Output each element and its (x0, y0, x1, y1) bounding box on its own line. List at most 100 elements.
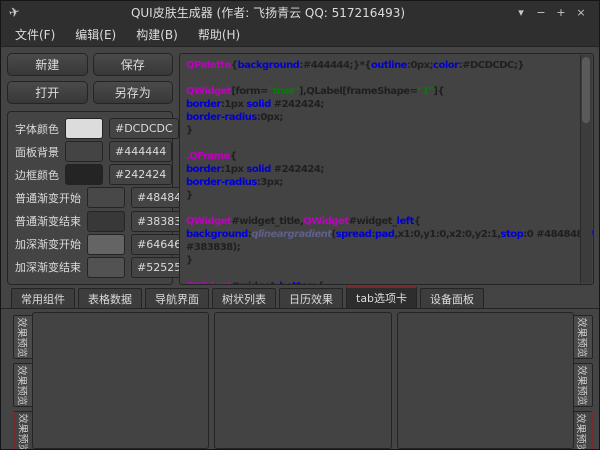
tab-树状列表[interactable]: 树状列表 (212, 288, 276, 308)
app-window: ✈ QUI皮肤生成器 (作者: 飞扬青云 QQ: 517216493) ▾ − … (0, 0, 600, 450)
code-token: :1px (221, 99, 247, 110)
color-setting-label: 面板背景 (15, 144, 59, 160)
color-setting-label: 边框颜色 (15, 167, 59, 183)
code-scrollbar[interactable] (580, 55, 592, 283)
vertical-tab-effect-preview[interactable]: 效果预览 (13, 411, 32, 449)
color-hex-field[interactable]: #242424 (109, 164, 172, 185)
code-line: border:1px solid #242424; (186, 163, 577, 176)
code-line (186, 72, 577, 85)
code-token: #widget_ (349, 216, 397, 227)
file-action-button[interactable]: 保存 (93, 53, 174, 76)
code-token: #widget_ (231, 281, 279, 285)
code-token: spread (336, 229, 372, 240)
qss-code-editor[interactable]: QPalette{background:#444444;}*{outline:0… (179, 53, 594, 285)
color-swatch-button[interactable] (65, 164, 103, 185)
tab-tab选项卡[interactable]: tab选项卡 (346, 286, 417, 308)
code-token: :1px (221, 164, 247, 175)
airplane-app-icon: ✈ (8, 3, 27, 21)
color-setting-row: 普通渐变开始 #484848 (15, 187, 165, 209)
code-token: } (186, 125, 193, 136)
code-token: background (238, 60, 300, 71)
scrollbar-thumb[interactable] (582, 57, 590, 123)
menu-item[interactable]: 帮助(H) (188, 23, 250, 46)
code-token: qlineargradient (251, 229, 331, 240)
code-line (186, 267, 577, 280)
preview-panel-2 (214, 312, 391, 449)
color-swatch-button[interactable] (65, 118, 103, 139)
title-bar: ✈ QUI皮肤生成器 (作者: 飞扬青云 QQ: 517216493) ▾ − … (1, 1, 599, 23)
code-token: .QFrame (186, 151, 230, 162)
code-line: border:1px solid #242424; (186, 98, 577, 111)
color-swatch-button[interactable] (65, 141, 103, 162)
vertical-tab-label: 效果预览 (575, 317, 590, 357)
code-token: :0px; (257, 112, 283, 123)
code-token: QWidget (186, 86, 231, 97)
vertical-tab-label: 效果预览 (16, 365, 31, 405)
vertical-tab-label: 效果预览 (16, 413, 31, 449)
code-token: bottom (279, 281, 317, 285)
code-token: border (186, 164, 221, 175)
color-settings-frame: 字体颜色 #DCDCDC 面板背景 #444444 边框颜色 #242424 普… (7, 111, 173, 285)
close-icon[interactable]: × (571, 6, 591, 19)
code-line: background:qlineargradient(spread:pad,x1… (186, 228, 577, 241)
code-token: { (230, 151, 237, 162)
tab-日历效果[interactable]: 日历效果 (279, 288, 343, 308)
color-swatch-button[interactable] (87, 187, 125, 208)
preview-panel-1 (32, 312, 209, 449)
color-hex-field[interactable]: #DCDCDC (109, 118, 179, 139)
file-action-button[interactable]: 新建 (7, 53, 88, 76)
code-token: border (186, 99, 221, 110)
color-swatch-button[interactable] (87, 257, 125, 278)
tab-导航界面[interactable]: 导航界面 (145, 288, 209, 308)
vertical-tab-effect-preview[interactable]: 效果预览 (13, 363, 32, 407)
menu-item[interactable]: 编辑(E) (65, 23, 126, 46)
code-token: border-radius (186, 112, 257, 123)
file-action-button[interactable]: 另存为 (93, 81, 174, 104)
preview-area: 效果预览效果预览效果预览 效果预览效果预览效果预览 (1, 309, 599, 449)
color-swatch-button[interactable] (87, 234, 125, 255)
code-line (186, 137, 577, 150)
color-setting-label: 加深渐变开始 (15, 236, 81, 252)
menu-item[interactable]: 构建(B) (126, 23, 188, 46)
file-button-grid: 新建保存打开另存为 (7, 53, 173, 104)
file-action-button[interactable]: 打开 (7, 81, 88, 104)
code-token: :0 #484848, (523, 229, 586, 240)
maximize-icon[interactable]: + (551, 6, 571, 19)
color-hex-field[interactable]: #444444 (109, 141, 172, 162)
skin-menu-arrow-icon[interactable]: ▾ (511, 6, 531, 19)
code-token: :0px; (407, 60, 433, 71)
vertical-tab-effect-preview[interactable]: 效果预览 (574, 315, 593, 359)
vertical-tab-label: 效果预览 (575, 413, 590, 449)
code-line: .QFrame{ (186, 150, 577, 163)
tab-设备面板[interactable]: 设备面板 (420, 288, 484, 308)
color-setting-row: 边框颜色 #242424 (15, 164, 165, 186)
code-line (186, 202, 577, 215)
left-panel: 新建保存打开另存为 字体颜色 #DCDCDC 面板背景 #444444 边框颜色… (7, 53, 173, 285)
code-token: #242424; (271, 99, 324, 110)
menu-bar: 文件(F)编辑(E)构建(B)帮助(H) (1, 23, 599, 47)
code-token: :3px; (257, 177, 283, 188)
code-token: color (433, 60, 459, 71)
preview-tab-bar: 常用组件表格数据导航界面树状列表日历效果tab选项卡设备面板 (1, 285, 599, 309)
code-line: } (186, 189, 577, 202)
vertical-tab-label: 效果预览 (16, 317, 31, 357)
code-token: background (186, 229, 248, 240)
vertical-tab-effect-preview[interactable]: 效果预览 (574, 363, 593, 407)
code-token: "true" (268, 86, 299, 97)
code-token: pad (375, 229, 395, 240)
code-token: [form= (231, 86, 268, 97)
preview-panel-3 (397, 312, 574, 449)
vertical-tab-label: 效果预览 (575, 365, 590, 405)
menu-item[interactable]: 文件(F) (5, 23, 65, 46)
code-line: QWidget#widget_title,QWidget#widget_left… (186, 215, 577, 228)
code-token: ,x1:0,y1:0,x2:0,y2:1, (394, 229, 500, 240)
code-token: border-radius (186, 177, 257, 188)
code-token: ]{ (433, 86, 444, 97)
tab-常用组件[interactable]: 常用组件 (11, 288, 75, 308)
code-line: } (186, 124, 577, 137)
tab-表格数据[interactable]: 表格数据 (78, 288, 142, 308)
vertical-tab-effect-preview[interactable]: 效果预览 (574, 411, 593, 449)
color-swatch-button[interactable] (87, 211, 125, 232)
minimize-icon[interactable]: − (531, 6, 551, 19)
vertical-tab-effect-preview[interactable]: 效果预览 (13, 315, 32, 359)
